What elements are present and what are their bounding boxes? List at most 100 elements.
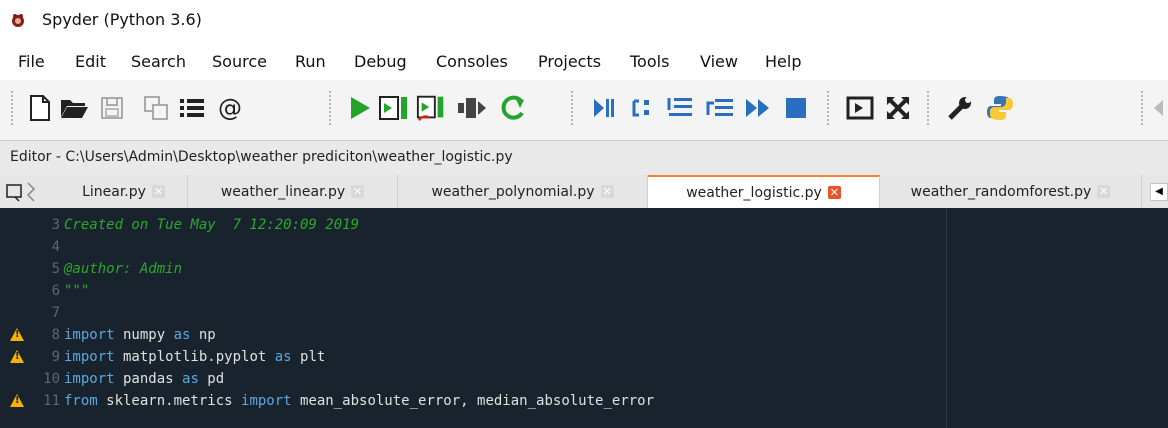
close-icon[interactable]: ✕ (351, 185, 365, 198)
menu-consoles[interactable]: Consoles (436, 52, 508, 71)
toolbar-grip[interactable] (826, 90, 830, 126)
toolbar-grip[interactable] (328, 90, 332, 126)
run-icon[interactable] (344, 90, 376, 126)
at-icon[interactable]: @ (214, 90, 246, 126)
tab-weather-polynomial[interactable]: weather_polynomial.py ✕ (398, 175, 648, 208)
code-text: import pandas as pd (64, 368, 224, 390)
continue-icon[interactable] (742, 90, 774, 126)
tab-label: weather_logistic.py (686, 184, 822, 201)
step-into-icon[interactable] (664, 90, 696, 126)
code-text: Created on Tue May 7 12:20:09 2019 (64, 214, 359, 236)
code-line[interactable]: 9import matplotlib.pyplot as plt (0, 346, 946, 368)
menu-search[interactable]: Search (131, 52, 186, 71)
line-number: 7 (51, 305, 60, 321)
browse-tabs-icon[interactable] (6, 181, 40, 203)
tab-weather-linear[interactable]: weather_linear.py ✕ (188, 175, 398, 208)
step-icon[interactable] (628, 90, 660, 126)
menu-file[interactable]: File (18, 52, 45, 71)
tab-label: weather_linear.py (220, 183, 346, 200)
run-cell-advance-icon[interactable] (416, 90, 448, 126)
code-token: np (190, 327, 216, 343)
close-icon[interactable]: ✕ (1097, 185, 1111, 198)
save-icon[interactable] (96, 90, 128, 126)
code-text: """ (64, 280, 89, 302)
toolbar-grip[interactable] (926, 90, 930, 126)
run-cell-icon[interactable] (378, 90, 410, 126)
debug-icon[interactable] (588, 90, 620, 126)
menu-tools[interactable]: Tools (630, 52, 669, 71)
open-folder-icon[interactable] (58, 90, 90, 126)
code-token: matplotlib.pyplot (114, 349, 275, 365)
toolbar-grip[interactable] (1140, 90, 1144, 126)
line-number: 9 (51, 349, 60, 365)
close-icon[interactable]: ✕ (151, 185, 165, 198)
editor-tab-bar: Linear.py ✕ weather_linear.py ✕ weather_… (0, 175, 1168, 208)
menu-edit[interactable]: Edit (75, 52, 106, 71)
line-number: 10 (43, 371, 60, 387)
code-line[interactable]: 4 (0, 236, 946, 258)
code-token: plt (291, 349, 326, 365)
toolbar-overflow-icon[interactable] (1148, 90, 1168, 126)
code-text: from sklearn.metrics import mean_absolut… (64, 390, 654, 412)
new-file-icon[interactable] (24, 90, 56, 126)
step-return-icon[interactable] (704, 90, 736, 126)
code-line[interactable]: 6 """ (0, 280, 946, 302)
code-token: @author: Admin (64, 261, 183, 277)
maximize-pane-icon[interactable] (844, 90, 876, 126)
code-line[interactable]: 11from sklearn.metrics import mean_absol… (0, 390, 946, 412)
code-token: as (274, 349, 292, 365)
menu-bar: File Edit Search Source Run Debug Consol… (0, 40, 1168, 80)
toolbar-grip[interactable] (10, 90, 14, 126)
title-bar: Spyder (Python 3.6) (0, 0, 1168, 40)
list-icon[interactable] (176, 90, 208, 126)
editor-right-margin (946, 208, 947, 428)
stop-icon[interactable] (780, 90, 812, 126)
tab-label: Linear.py (82, 183, 146, 200)
code-line[interactable]: 7 (0, 302, 946, 324)
close-icon[interactable]: ✕ (827, 186, 841, 199)
code-token: pandas (114, 371, 183, 387)
code-line[interactable]: 10 import pandas as pd (0, 368, 946, 390)
menu-projects[interactable]: Projects (538, 52, 601, 71)
save-all-icon[interactable] (140, 90, 172, 126)
python-path-icon[interactable] (984, 90, 1016, 126)
code-text: @author: Admin (64, 258, 182, 280)
menu-help[interactable]: Help (765, 52, 801, 71)
code-token: Created on Tue May 7 12:20:09 2019 (64, 217, 360, 233)
code-text: import matplotlib.pyplot as plt (64, 346, 325, 368)
line-number: 4 (51, 239, 60, 255)
code-token: sklearn.metrics (97, 393, 242, 409)
run-selection-icon[interactable] (456, 90, 488, 126)
window-title: Spyder (Python 3.6) (42, 10, 202, 29)
code-line[interactable]: 5 @author: Admin (0, 258, 946, 280)
tab-weather-logistic[interactable]: weather_logistic.py ✕ (648, 175, 880, 208)
editor-path: Editor - C:\Users\Admin\Desktop\weather … (10, 149, 513, 165)
menu-run[interactable]: Run (295, 52, 326, 71)
rerun-icon[interactable] (496, 90, 528, 126)
close-icon[interactable]: ✕ (600, 185, 614, 198)
menu-view[interactable]: View (700, 52, 738, 71)
tab-weather-randomforest[interactable]: weather_randomforest.py ✕ (880, 175, 1142, 208)
main-toolbar: @ (0, 80, 1168, 140)
code-token: import (241, 393, 292, 409)
code-token: import (64, 327, 115, 343)
toolbar-grip[interactable] (570, 90, 574, 126)
spyder-icon (12, 14, 24, 27)
line-number: 11 (43, 393, 60, 409)
svg-text:@: @ (218, 94, 242, 122)
line-number: 3 (51, 217, 60, 233)
scroll-tabs-left-icon[interactable]: ◀ (1150, 183, 1168, 201)
tab-linear[interactable]: Linear.py ✕ (60, 175, 188, 208)
code-line[interactable]: 3 Created on Tue May 7 12:20:09 2019 (0, 214, 946, 236)
code-token: from (64, 393, 98, 409)
code-token: import (64, 349, 115, 365)
fullscreen-icon[interactable] (882, 90, 914, 126)
line-number: 6 (51, 283, 60, 299)
code-editor[interactable]: 3 Created on Tue May 7 12:20:09 2019 4 5 @au… (0, 208, 1168, 428)
code-line[interactable]: 8import numpy as np (0, 324, 946, 346)
code-token: as (173, 327, 191, 343)
menu-debug[interactable]: Debug (354, 52, 407, 71)
menu-source[interactable]: Source (212, 52, 267, 71)
code-token: numpy (114, 327, 174, 343)
preferences-icon[interactable] (944, 90, 976, 126)
